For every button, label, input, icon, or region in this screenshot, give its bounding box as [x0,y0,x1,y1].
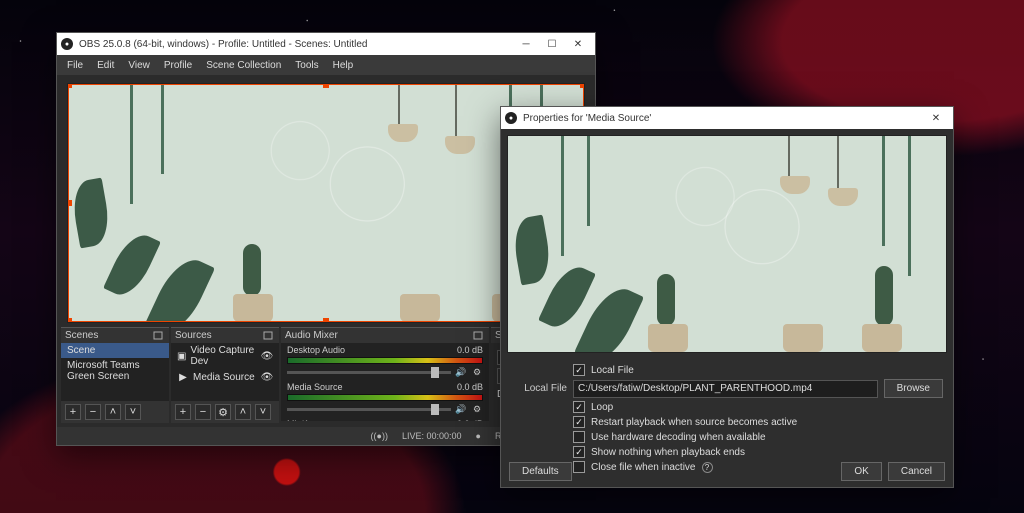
sources-panel: Sources ▣ Video Capture Dev 👁 ▶ Media So… [171,327,279,423]
local-file-checkbox[interactable] [573,364,585,376]
loop-checkbox[interactable] [573,401,585,413]
visibility-eye-icon[interactable]: 👁 [261,350,273,362]
local-file-chk-label: Local File [591,365,634,376]
cancel-button[interactable]: Cancel [888,462,945,481]
close-inactive-label: Close file when inactive [591,462,696,473]
scene-item-scene[interactable]: Scene [61,343,169,358]
loop-label: Loop [591,402,613,413]
source-item-media-source[interactable]: ▶ Media Source 👁 [171,369,279,385]
mixer-ch-name: Media Source [287,382,343,392]
mixer-channel-desktop-audio: Desktop Audio 0.0 dB 🔊 ⚙ [281,343,489,380]
file-path-label: Local File [511,383,567,394]
mixer-ch-name: Mic/Aux [287,419,319,421]
obs-minimize-button[interactable]: ─ [513,35,539,53]
scenes-header: Scenes [65,330,98,341]
source-remove-button[interactable]: − [195,404,211,420]
mixer-ch-name: Desktop Audio [287,345,345,355]
hw-decode-label: Use hardware decoding when available [591,432,766,443]
menu-view[interactable]: View [128,60,150,71]
source-add-button[interactable]: + [175,404,191,420]
gear-icon[interactable]: ⚙ [471,403,483,415]
ok-button[interactable]: OK [841,462,881,481]
sources-list[interactable]: ▣ Video Capture Dev 👁 ▶ Media Source 👁 [171,343,279,401]
mixer-channel-mic-aux: Mic/Aux 0.0 dB [281,417,489,421]
file-path-input[interactable] [573,380,878,398]
scene-add-button[interactable]: + [65,404,81,420]
mixer-ch-db: 0.0 dB [457,345,483,355]
browse-button[interactable]: Browse [884,379,943,398]
gear-icon[interactable]: ⚙ [471,366,483,378]
props-titlebar[interactable]: ● Properties for 'Media Source' ✕ [501,107,953,129]
mixer-body: Desktop Audio 0.0 dB 🔊 ⚙ Media Source 0.0 … [281,343,489,421]
obs-app-icon: ● [61,38,73,50]
volume-slider[interactable] [287,371,451,374]
mixer-popout-icon[interactable] [473,331,485,341]
media-source-properties-dialog: ● Properties for 'Media Source' ✕ Local … [500,106,954,488]
sources-popout-icon[interactable] [263,331,275,341]
mixer-ch-db: 0.0 dB [457,382,483,392]
help-icon[interactable]: ? [702,462,713,473]
media-icon: ▶ [177,371,189,383]
obs-close-button[interactable]: ✕ [565,35,591,53]
obs-titlebar[interactable]: ● OBS 25.0.8 (64-bit, windows) - Profile… [57,33,595,55]
source-up-button[interactable]: ˄ [235,404,251,420]
source-label: Video Capture Dev [190,345,257,367]
camera-icon: ▣ [177,350,186,362]
obs-maximize-button[interactable]: ☐ [539,35,565,53]
menu-tools[interactable]: Tools [295,60,318,71]
audio-mixer-panel: Audio Mixer Desktop Audio 0.0 dB 🔊 ⚙ Medi… [281,327,489,423]
obs-menubar: File Edit View Profile Scene Collection … [57,55,595,75]
scene-item-teams[interactable]: Microsoft Teams Green Screen [61,358,169,384]
show-nothing-checkbox[interactable] [573,446,585,458]
visibility-eye-icon[interactable]: 👁 [261,371,273,383]
scenes-panel: Scenes Scene Microsoft Teams Green Scree… [61,327,169,423]
stream-indicator-icon: ((●)) [371,431,388,441]
restart-playback-checkbox[interactable] [573,416,585,428]
mixer-header: Audio Mixer [285,330,338,341]
obs-title-text: OBS 25.0.8 (64-bit, windows) - Profile: … [79,39,367,50]
scenes-popout-icon[interactable] [153,331,165,341]
speaker-icon[interactable]: 🔊 [455,366,467,378]
restart-playback-label: Restart playback when source becomes act… [591,417,797,428]
scene-up-button[interactable]: ˄ [105,404,121,420]
hw-decode-checkbox[interactable] [573,431,585,443]
scene-down-button[interactable]: ˅ [125,404,141,420]
menu-help[interactable]: Help [333,60,354,71]
menu-profile[interactable]: Profile [164,60,192,71]
scenes-toolbar: + − ˄ ˅ [61,401,169,423]
source-label: Media Source [193,372,255,383]
speaker-icon[interactable]: 🔊 [455,403,467,415]
props-title: Properties for 'Media Source' [523,113,651,124]
menu-scene-collection[interactable]: Scene Collection [206,60,281,71]
props-preview [507,135,947,353]
sources-header: Sources [175,330,212,341]
level-meter [287,394,483,401]
sources-toolbar: + − ⚙ ˄ ˅ [171,401,279,423]
source-settings-button[interactable]: ⚙ [215,404,231,420]
scenes-list[interactable]: Scene Microsoft Teams Green Screen [61,343,169,401]
menu-edit[interactable]: Edit [97,60,114,71]
menu-file[interactable]: File [67,60,83,71]
obs-app-icon: ● [505,112,517,124]
props-close-button[interactable]: ✕ [923,109,949,127]
source-item-video-capture[interactable]: ▣ Video Capture Dev 👁 [171,343,279,369]
volume-slider[interactable] [287,408,451,411]
mixer-channel-media-source: Media Source 0.0 dB 🔊 ⚙ [281,380,489,417]
source-down-button[interactable]: ˅ [255,404,271,420]
status-live: LIVE: 00:00:00 [402,431,462,441]
close-inactive-checkbox[interactable] [573,461,585,473]
show-nothing-label: Show nothing when playback ends [591,447,745,458]
defaults-button[interactable]: Defaults [509,462,572,481]
mixer-ch-db: 0.0 dB [457,419,483,421]
level-meter [287,357,483,364]
rec-indicator-icon: ● [476,431,481,441]
scene-remove-button[interactable]: − [85,404,101,420]
